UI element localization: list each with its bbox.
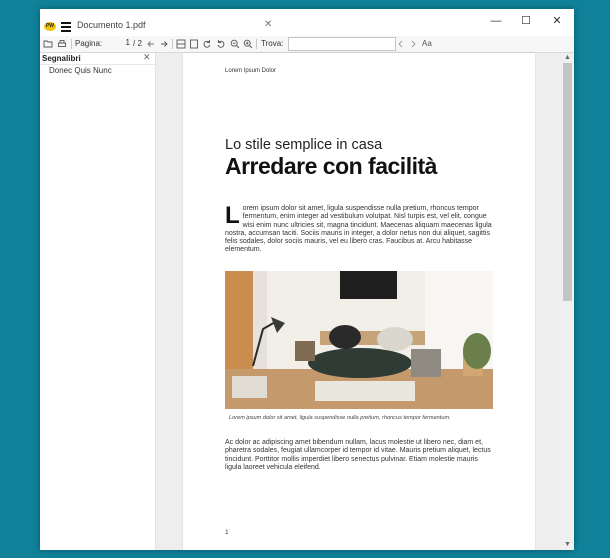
page-number: 1 xyxy=(225,529,229,536)
fit-page-icon[interactable] xyxy=(189,39,199,49)
living-room-photo xyxy=(225,271,493,409)
scrollbar-thumb[interactable] xyxy=(563,63,572,301)
document-viewer: Lorem Ipsum Dolor Lo stile semplice in c… xyxy=(156,53,574,550)
rotate-right-icon[interactable] xyxy=(202,39,212,49)
app-logo-icon: PW xyxy=(44,22,56,31)
tab-close-icon[interactable]: ✕ xyxy=(264,19,272,30)
page-total: / 2 xyxy=(133,39,142,48)
page-number-input[interactable]: 1 xyxy=(104,38,130,48)
pdf-viewer-window: PW Documento 1.pdf ✕ — ☐ ✕ Pagina: 1 / 2… xyxy=(40,9,574,550)
bookmark-item[interactable]: Donec Quis Nunc xyxy=(49,66,112,76)
article-title: Arredare con facilità xyxy=(225,153,437,179)
zoom-in-icon[interactable] xyxy=(243,39,253,49)
toolbar-divider xyxy=(256,39,257,49)
scroll-up-icon[interactable]: ▲ xyxy=(561,53,574,63)
body-paragraph: Ac dolor ac adipiscing amet bibendum nul… xyxy=(225,439,491,471)
pdf-page: Lorem Ipsum Dolor Lo stile semplice in c… xyxy=(183,53,535,550)
next-page-icon[interactable] xyxy=(159,39,169,49)
document-tab[interactable]: Documento 1.pdf xyxy=(77,20,146,30)
sidebar-title: Segnalibri xyxy=(42,54,81,63)
toolbar-divider xyxy=(71,39,72,49)
maximize-button[interactable]: ☐ xyxy=(516,13,536,29)
bookmarks-sidebar: Segnalibri ✕ Donec Quis Nunc xyxy=(40,52,156,550)
toolbar: Pagina: 1 / 2 Trova: Aa xyxy=(40,36,574,53)
title-bar: PW Documento 1.pdf ✕ — ☐ ✕ xyxy=(40,9,574,36)
find-label: Trova: xyxy=(261,39,284,48)
match-case-toggle[interactable]: Aa xyxy=(422,38,432,50)
body-paragraph: Lorem ipsum dolor sit amet, ligula suspe… xyxy=(225,202,494,255)
photo-caption: Lorem ipsum dolor sit amet, ligula suspe… xyxy=(229,415,451,421)
find-input[interactable] xyxy=(288,37,396,51)
vertical-scrollbar[interactable]: ▲ ▼ xyxy=(561,53,574,550)
open-folder-icon[interactable] xyxy=(43,39,53,49)
print-icon[interactable] xyxy=(57,39,67,49)
running-header: Lorem Ipsum Dolor xyxy=(225,68,277,74)
page-label: Pagina: xyxy=(75,39,103,48)
find-previous-icon[interactable] xyxy=(396,39,406,49)
drop-cap: L xyxy=(225,202,240,229)
toolbar-divider xyxy=(172,39,173,49)
hamburger-menu-icon[interactable] xyxy=(61,22,71,32)
previous-page-icon[interactable] xyxy=(146,39,156,49)
sidebar-header: Segnalibri ✕ xyxy=(40,52,155,65)
rotate-left-icon[interactable] xyxy=(216,39,226,49)
zoom-out-icon[interactable] xyxy=(230,39,240,49)
find-next-icon[interactable] xyxy=(408,39,418,49)
sidebar-close-icon[interactable]: ✕ xyxy=(143,52,151,63)
scroll-down-icon[interactable]: ▼ xyxy=(561,540,574,550)
close-window-button[interactable]: ✕ xyxy=(547,13,567,29)
paragraph-text: orem ipsum dolor sit amet, ligula suspen… xyxy=(225,205,492,254)
minimize-button[interactable]: — xyxy=(486,13,506,29)
fit-width-icon[interactable] xyxy=(176,39,186,49)
article-subtitle: Lo stile semplice in casa xyxy=(225,137,383,153)
